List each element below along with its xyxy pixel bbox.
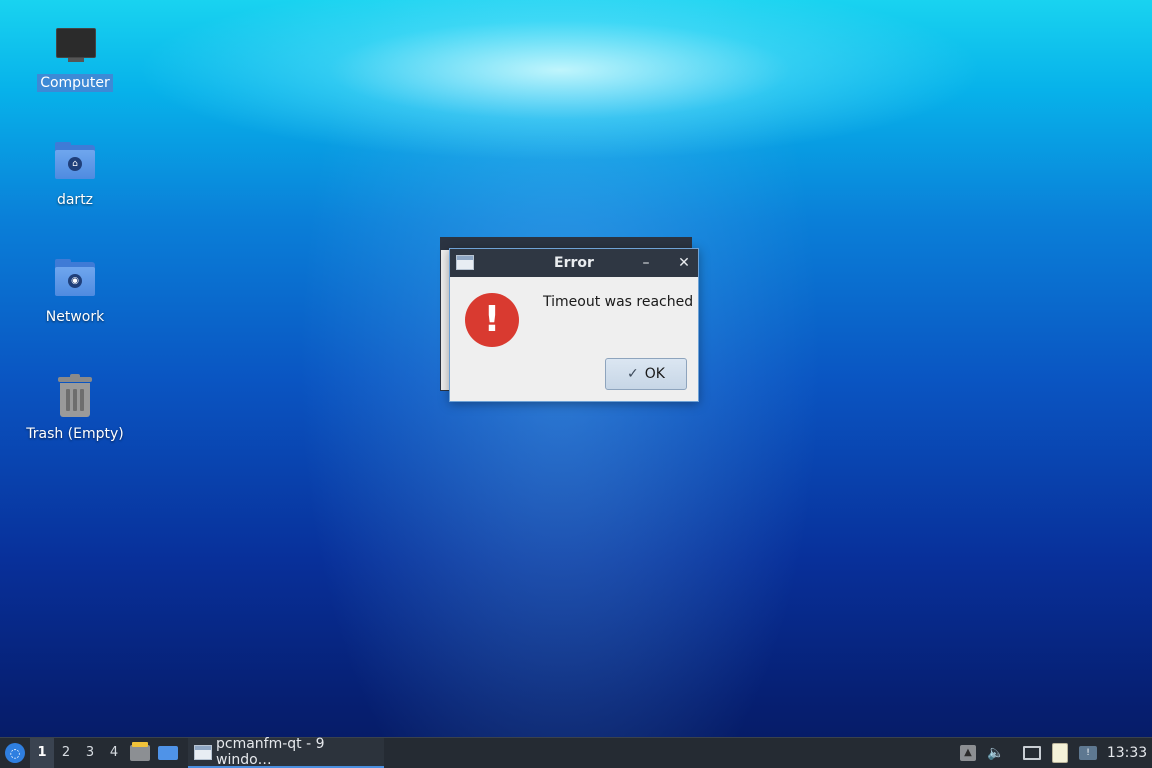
error-message: Timeout was reached bbox=[543, 294, 694, 310]
ok-button-label: OK bbox=[644, 366, 665, 382]
volume-icon: 🔈 bbox=[987, 745, 1005, 761]
desktop-icon-trash[interactable]: Trash (Empty) bbox=[20, 373, 130, 443]
clock[interactable]: 13:33 bbox=[1102, 745, 1152, 761]
tray-expand[interactable]: ▲ bbox=[954, 738, 982, 768]
taskbar: ◌ 1 2 3 4 pcmanfm-qt - 9 windo… ▲ 🔈 ! 13… bbox=[0, 736, 1152, 768]
start-menu-button[interactable]: ◌ bbox=[0, 738, 30, 768]
workspace-4[interactable]: 4 bbox=[102, 738, 126, 768]
desktop-icon-computer[interactable]: Computer bbox=[20, 22, 130, 92]
clipboard-icon bbox=[1052, 743, 1068, 763]
error-dialog: Error – ✕ ! Timeout was reached ✓ OK bbox=[449, 248, 699, 402]
taskbar-window-group[interactable]: pcmanfm-qt - 9 windo… bbox=[188, 736, 384, 768]
update-notifier[interactable]: ! bbox=[1074, 738, 1102, 768]
desktop-icon-home-folder[interactable]: ⌂ dartz bbox=[20, 139, 130, 209]
workspace-1[interactable]: 1 bbox=[30, 738, 54, 768]
quicklaunch-show-desktop[interactable] bbox=[154, 738, 182, 768]
workspace-2[interactable]: 2 bbox=[54, 738, 78, 768]
dialog-title: Error bbox=[554, 255, 594, 271]
file-manager-icon bbox=[130, 742, 150, 761]
ok-button[interactable]: ✓ OK bbox=[605, 358, 687, 390]
volume-control[interactable]: 🔈 bbox=[982, 738, 1010, 768]
minimize-button[interactable]: – bbox=[636, 253, 656, 273]
lxqt-logo-icon: ◌ bbox=[5, 743, 25, 763]
task-label: pcmanfm-qt - 9 windo… bbox=[216, 736, 325, 768]
window-app-icon bbox=[194, 744, 212, 760]
tray-up-arrow-icon: ▲ bbox=[960, 745, 976, 761]
trash-icon bbox=[51, 373, 99, 421]
update-alert-icon: ! bbox=[1079, 746, 1097, 760]
show-desktop-icon bbox=[158, 746, 178, 760]
close-button[interactable]: ✕ bbox=[674, 253, 694, 273]
desktop-icon-label: Network bbox=[45, 309, 105, 325]
network-icon bbox=[1023, 746, 1041, 760]
quicklaunch-file-manager[interactable] bbox=[126, 738, 154, 768]
desktop-icon-label: dartz bbox=[56, 192, 94, 208]
desktop-icon-network[interactable]: ◉ Network bbox=[20, 256, 130, 326]
desktop-icon-label: Computer bbox=[37, 74, 113, 92]
clipboard-manager[interactable] bbox=[1046, 738, 1074, 768]
error-icon: ! bbox=[465, 293, 519, 347]
home-folder-icon: ⌂ bbox=[51, 139, 99, 187]
desktop-icon-label: Trash (Empty) bbox=[26, 426, 124, 442]
network-folder-icon: ◉ bbox=[51, 256, 99, 304]
network-status[interactable] bbox=[1018, 738, 1046, 768]
workspace-3[interactable]: 3 bbox=[78, 738, 102, 768]
dialog-titlebar[interactable]: Error – ✕ bbox=[450, 249, 698, 277]
computer-icon bbox=[51, 22, 99, 70]
checkmark-icon: ✓ bbox=[627, 366, 639, 382]
